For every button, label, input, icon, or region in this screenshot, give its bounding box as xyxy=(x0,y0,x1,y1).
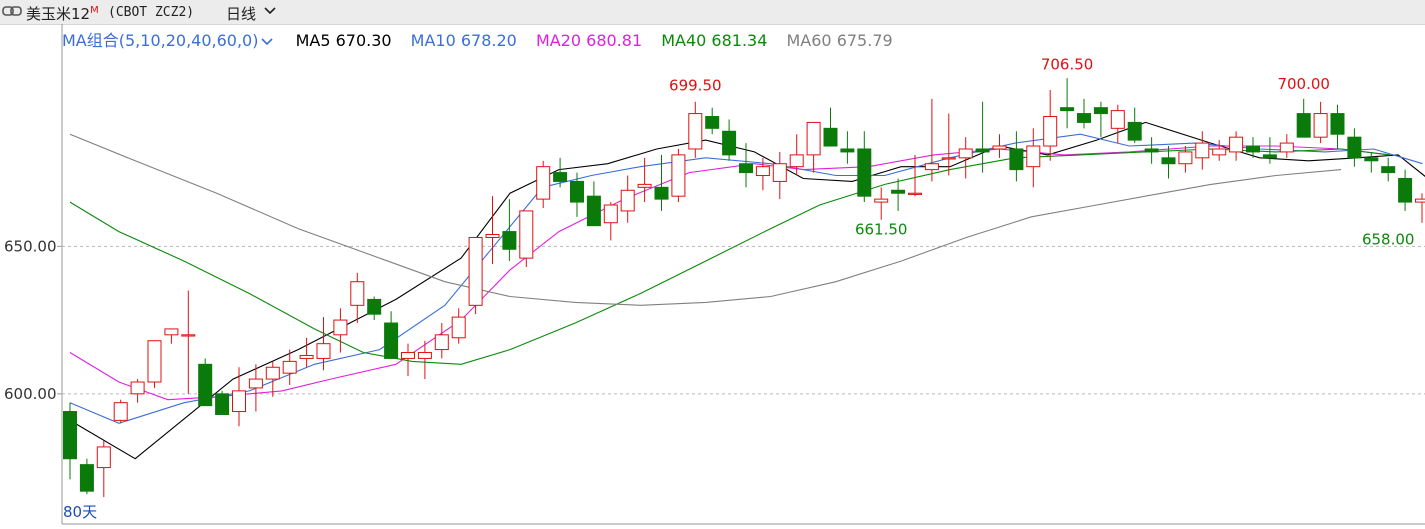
candle[interactable] xyxy=(181,334,196,337)
candle[interactable] xyxy=(586,195,601,227)
candle[interactable] xyxy=(451,316,466,339)
candle[interactable] xyxy=(840,148,855,153)
candle[interactable] xyxy=(992,145,1007,150)
candle[interactable] xyxy=(96,446,111,469)
candle[interactable] xyxy=(1262,154,1277,159)
candle[interactable] xyxy=(333,319,348,336)
candle[interactable] xyxy=(316,343,331,359)
candle[interactable] xyxy=(536,166,551,200)
candle[interactable] xyxy=(1313,113,1328,138)
candle[interactable] xyxy=(63,411,77,460)
candle[interactable] xyxy=(1144,148,1159,153)
candle[interactable] xyxy=(79,464,94,492)
candle[interactable] xyxy=(468,236,483,306)
candle[interactable] xyxy=(215,393,230,415)
candle[interactable] xyxy=(519,210,534,259)
candle[interactable] xyxy=(874,198,889,203)
candle[interactable] xyxy=(1364,157,1379,162)
candle[interactable] xyxy=(198,363,213,407)
candle[interactable] xyxy=(113,402,128,421)
y-tick-label: 600.00 xyxy=(4,385,57,403)
candle[interactable] xyxy=(502,231,517,250)
candle[interactable] xyxy=(485,234,500,238)
candle[interactable] xyxy=(908,192,922,195)
candle[interactable] xyxy=(417,352,432,359)
price-annotation: 661.50 xyxy=(855,220,908,238)
candlestick-chart[interactable]: 600.00 650.00 699.50 706.50 661.50 700.00 658.… xyxy=(0,0,1425,529)
candle[interactable] xyxy=(722,130,737,156)
candle[interactable] xyxy=(1093,107,1108,115)
candle[interactable] xyxy=(671,154,686,197)
candle[interactable] xyxy=(823,127,838,147)
candle[interactable] xyxy=(299,354,314,359)
ma-line-ma40 xyxy=(69,148,1391,365)
price-annotation: 699.50 xyxy=(669,76,722,94)
candle[interactable] xyxy=(891,189,906,194)
candle[interactable] xyxy=(620,189,635,212)
candle[interactable] xyxy=(434,334,449,351)
candle[interactable] xyxy=(1161,157,1176,165)
price-annotation: 658.00 xyxy=(1362,231,1415,249)
candle[interactable] xyxy=(401,352,415,359)
candle[interactable] xyxy=(1110,110,1125,129)
candle[interactable] xyxy=(603,204,618,224)
candle[interactable] xyxy=(130,381,145,395)
candle[interactable] xyxy=(1026,145,1041,168)
candle[interactable] xyxy=(1279,142,1294,153)
candle[interactable] xyxy=(1296,113,1311,138)
candle[interactable] xyxy=(772,163,787,182)
candle[interactable] xyxy=(1330,113,1345,135)
candle[interactable] xyxy=(1178,151,1193,165)
ma-line-ma60 xyxy=(69,133,1342,306)
candle[interactable] xyxy=(1009,148,1024,171)
candle[interactable] xyxy=(384,322,399,359)
candle[interactable] xyxy=(232,390,246,413)
candle[interactable] xyxy=(924,163,939,171)
ma-line-ma20 xyxy=(69,145,1391,401)
candle[interactable] xyxy=(637,183,652,188)
candle[interactable] xyxy=(705,116,720,129)
candle[interactable] xyxy=(857,148,872,197)
price-annotation: 700.00 xyxy=(1277,75,1330,93)
candle[interactable] xyxy=(570,180,584,203)
candle[interactable] xyxy=(265,366,280,380)
candle[interactable] xyxy=(1347,136,1362,159)
candle[interactable] xyxy=(282,360,297,374)
candle[interactable] xyxy=(1043,116,1058,147)
candle[interactable] xyxy=(1212,148,1227,156)
candle[interactable] xyxy=(941,157,956,160)
candle[interactable] xyxy=(147,340,162,383)
candle[interactable] xyxy=(164,328,179,336)
candle[interactable] xyxy=(248,378,263,389)
candle[interactable] xyxy=(789,154,804,168)
candle[interactable] xyxy=(367,298,382,315)
y-tick-label: 650.00 xyxy=(4,237,57,255)
candle[interactable] xyxy=(1229,136,1244,153)
candle[interactable] xyxy=(1381,166,1396,174)
candle[interactable] xyxy=(1398,177,1413,203)
candle[interactable] xyxy=(739,163,753,174)
candle[interactable] xyxy=(654,186,669,200)
candle[interactable] xyxy=(1127,121,1142,141)
candle[interactable] xyxy=(1415,198,1425,203)
candle[interactable] xyxy=(553,172,568,182)
candle[interactable] xyxy=(975,148,990,153)
candle[interactable] xyxy=(1246,145,1260,153)
candle[interactable] xyxy=(688,113,703,150)
price-annotation: 706.50 xyxy=(1041,56,1094,74)
candle[interactable] xyxy=(1060,107,1075,112)
candle[interactable] xyxy=(1077,113,1091,123)
candle[interactable] xyxy=(806,121,821,156)
candle[interactable] xyxy=(350,281,365,306)
candle[interactable] xyxy=(1195,142,1210,159)
window-label[interactable]: 80天 xyxy=(63,503,97,521)
candle[interactable] xyxy=(755,166,770,177)
candle[interactable] xyxy=(958,148,973,159)
